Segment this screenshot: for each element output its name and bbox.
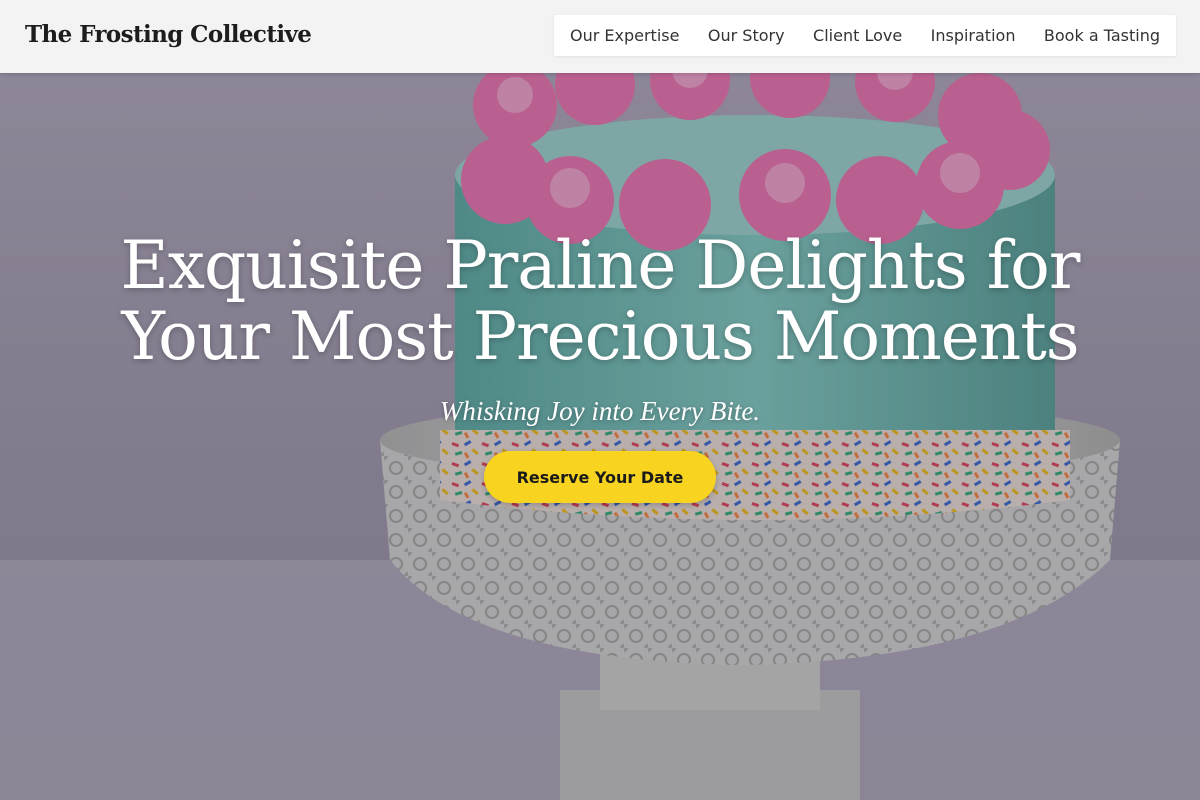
nav-link-our-expertise[interactable]: Our Expertise (570, 26, 679, 45)
brand-logo[interactable]: The Frosting Collective (25, 21, 312, 48)
site-header: The Frosting Collective Our Expertise Ou… (0, 0, 1200, 73)
nav-link-book-a-tasting[interactable]: Book a Tasting (1044, 26, 1160, 45)
nav-link-our-story[interactable]: Our Story (708, 26, 785, 45)
main-nav: Our Expertise Our Story Client Love Insp… (554, 15, 1176, 56)
reserve-your-date-button[interactable]: Reserve Your Date (484, 451, 716, 503)
hero-title: Exquisite Praline Delights for Your Most… (120, 227, 1081, 375)
hero-section: Exquisite Praline Delights for Your Most… (100, 230, 1100, 503)
nav-link-inspiration[interactable]: Inspiration (931, 26, 1016, 45)
landing-page: The Frosting Collective Our Expertise Ou… (0, 0, 1200, 800)
hero-tagline: Whisking Joy into Every Bite. (439, 396, 761, 426)
nav-link-client-love[interactable]: Client Love (813, 26, 902, 45)
